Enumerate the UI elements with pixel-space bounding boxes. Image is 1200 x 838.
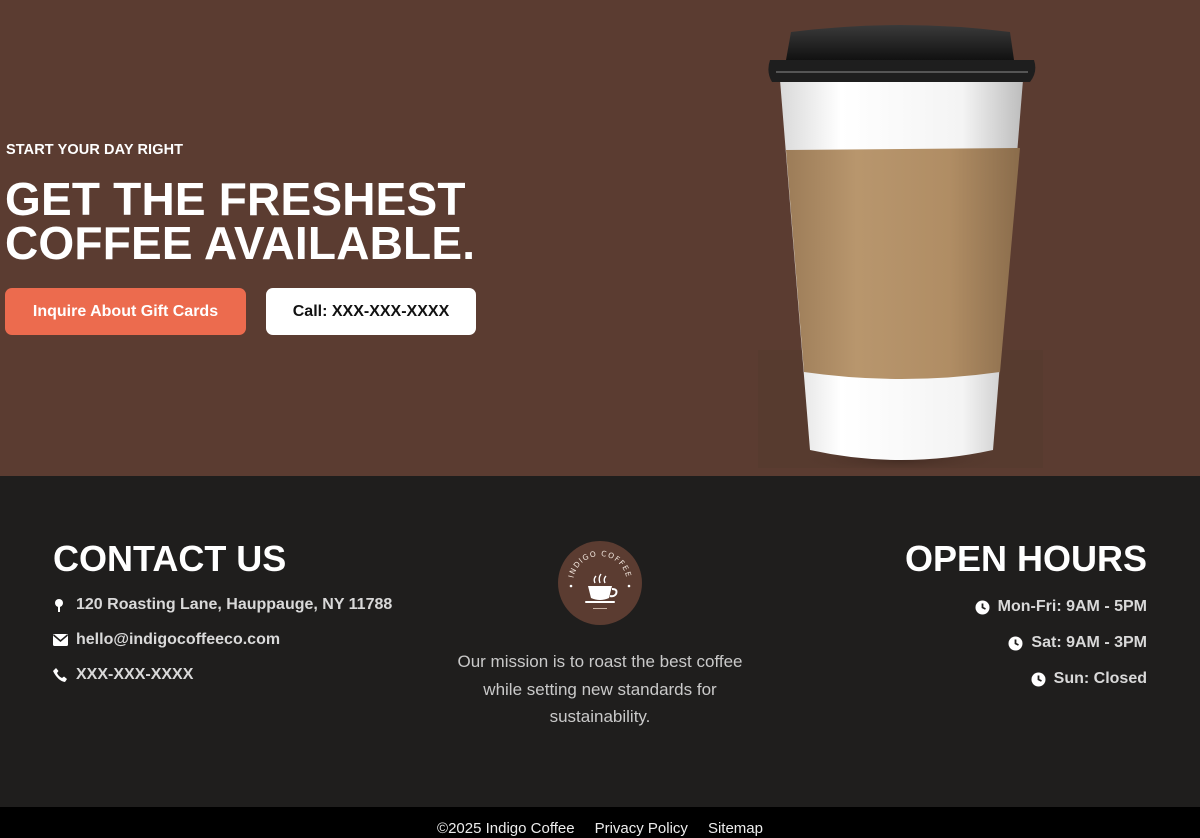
- contact-address: 120 Roasting Lane, Hauppauge, NY 11788: [53, 596, 392, 614]
- contact-phone[interactable]: XXX-XXX-XXXX: [53, 666, 392, 684]
- contact-title: CONTACT US: [53, 538, 287, 579]
- footer-section: CONTACT US 120 Roasting Lane, Hauppauge,…: [0, 476, 1200, 807]
- envelope-icon: [53, 634, 76, 646]
- contact-phone-text[interactable]: XXX-XXX-XXXX: [76, 666, 193, 684]
- hero-title-line2: COFFEE AVAILABLE.: [5, 217, 476, 269]
- hero-eyebrow: START YOUR DAY RIGHT: [6, 142, 184, 158]
- sitemap-link[interactable]: Sitemap: [708, 820, 763, 837]
- clock-icon: [1008, 636, 1031, 651]
- privacy-policy-link[interactable]: Privacy Policy: [595, 820, 688, 837]
- contact-address-text: 120 Roasting Lane, Hauppauge, NY 11788: [76, 596, 393, 613]
- gift-cards-button[interactable]: Inquire About Gift Cards: [5, 288, 246, 335]
- contact-email[interactable]: hello@indigocoffeeco.com: [53, 631, 392, 649]
- contact-email-text[interactable]: hello@indigocoffeeco.com: [76, 631, 280, 649]
- hours-title: OPEN HOURS: [904, 538, 1147, 579]
- indigo-coffee-logo: INDIGO COFFEE: [557, 540, 643, 626]
- hours-saturday-text: Sat: 9AM - 3PM: [1031, 634, 1147, 651]
- clock-icon: [1031, 672, 1054, 687]
- copyright-text: ©2025 Indigo Coffee: [437, 820, 575, 837]
- call-button[interactable]: Call: XXX-XXX-XXXX: [266, 288, 476, 335]
- hero-section: START YOUR DAY RIGHT GET THE FRESHEST CO…: [0, 0, 1200, 476]
- hero-title: GET THE FRESHEST COFFEE AVAILABLE.: [5, 176, 525, 266]
- hours-sunday: Sun: Closed: [975, 670, 1147, 688]
- map-pin-icon: [53, 598, 76, 612]
- phone-icon: [53, 668, 76, 682]
- hours-saturday: Sat: 9AM - 3PM: [975, 634, 1147, 652]
- hours-weekdays: Mon-Fri: 9AM - 5PM: [975, 598, 1147, 616]
- hours-weekdays-text: Mon-Fri: 9AM - 5PM: [997, 598, 1147, 615]
- contact-list: 120 Roasting Lane, Hauppauge, NY 11788 h…: [53, 596, 392, 701]
- mission-statement: Our mission is to roast the best coffee …: [457, 652, 743, 726]
- hours-list: Mon-Fri: 9AM - 5PM Sat: 9AM - 3PM Sun: C…: [975, 598, 1147, 706]
- bottom-bar: ©2025 Indigo Coffee Privacy Policy Sitem…: [0, 807, 1200, 838]
- clock-icon: [975, 600, 998, 615]
- hours-sunday-text: Sun: Closed: [1053, 670, 1147, 687]
- coffee-cup-image: [758, 20, 1043, 470]
